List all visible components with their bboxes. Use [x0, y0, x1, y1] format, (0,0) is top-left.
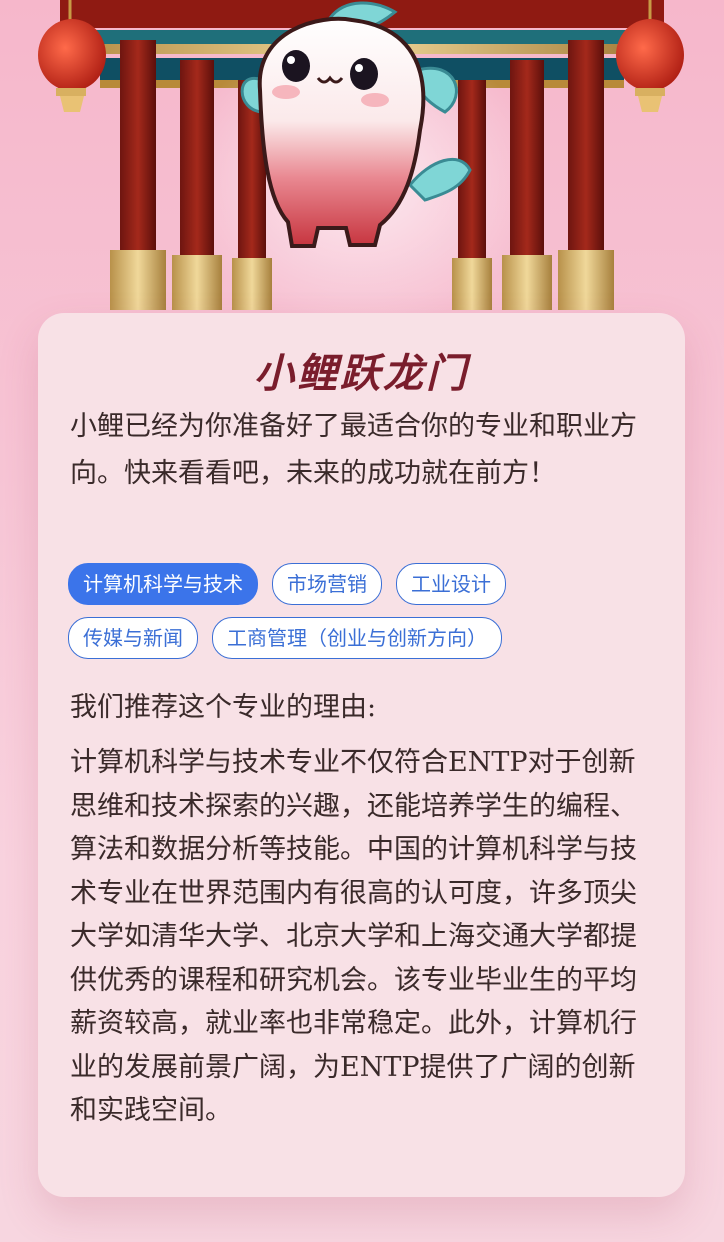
chip-marketing[interactable]: 市场营销	[272, 563, 382, 605]
chip-row-2: 传媒与新闻 工商管理（创业与创新方向）	[68, 617, 668, 659]
recommendation-card: 小鲤跃龙门 小鲤已经为你准备好了最适合你的专业和职业方向。快来看看吧，未来的成功…	[38, 313, 685, 1197]
chinese-gate-illustration	[38, 0, 684, 330]
chip-business-administration[interactable]: 工商管理（创业与创新方向）	[212, 617, 502, 659]
card-title: 小鲤跃龙门	[254, 350, 469, 397]
intro-text: 小鲤已经为你准备好了最适合你的专业和职业方向。快来看看吧，未来的成功就在前方！	[70, 411, 637, 489]
reason-text: 计算机科学与技术专业不仅符合ENTP对于创新思维和技术探索的兴趣，还能培养学生的…	[70, 747, 637, 1126]
reason-heading: 我们推荐这个专业的理由:	[70, 692, 377, 723]
major-chip-group: 计算机科学与技术 市场营销 工业设计 传媒与新闻 工商管理（创业与创新方向）	[68, 563, 668, 671]
chip-computer-science[interactable]: 计算机科学与技术	[68, 563, 258, 605]
chip-media-journalism[interactable]: 传媒与新闻	[68, 617, 198, 659]
page-background: 小鲤跃龙门 小鲤已经为你准备好了最适合你的专业和职业方向。快来看看吧，未来的成功…	[0, 0, 724, 1242]
chip-row-1: 计算机科学与技术 市场营销 工业设计	[68, 563, 668, 605]
chip-industrial-design[interactable]: 工业设计	[396, 563, 506, 605]
